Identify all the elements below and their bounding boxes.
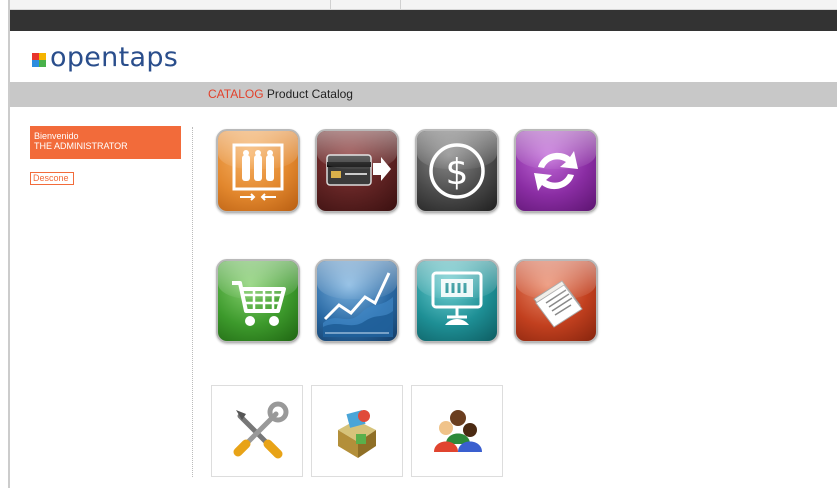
sync-arrows-icon: [534, 151, 578, 191]
sync-app-button[interactable]: [514, 129, 598, 213]
line-chart-icon: [323, 272, 393, 337]
credit-card-icon: [326, 154, 391, 186]
products-tool-button[interactable]: [311, 385, 403, 477]
documents-app-button[interactable]: [514, 259, 598, 343]
order-app-button[interactable]: [216, 259, 300, 343]
payments-app-button[interactable]: [315, 129, 399, 213]
catalog-title: CATALOG Product Catalog: [208, 87, 353, 101]
accounting-app-button[interactable]: $: [415, 129, 499, 213]
welcome-box: Bienvenido THE ADMINISTRATOR: [30, 126, 181, 159]
user-name: THE ADMINISTRATOR: [34, 141, 128, 151]
browser-tab-strip: [10, 0, 837, 10]
top-header-bar: [10, 10, 837, 31]
analytics-app-button[interactable]: [315, 259, 399, 343]
window-left-border: [8, 0, 10, 488]
logo-text: opentaps: [50, 42, 179, 73]
page-title: Product Catalog: [266, 87, 353, 101]
logout-button[interactable]: Descone: [30, 172, 74, 185]
users-group-icon: [434, 410, 482, 452]
dollar-icon: $: [429, 143, 485, 199]
app-label: CATALOG: [208, 87, 264, 101]
box-puzzle-icon: [338, 410, 376, 458]
settings-tool-button[interactable]: [211, 385, 303, 477]
sidebar-divider: [192, 127, 193, 477]
kiosk-app-button[interactable]: [415, 259, 499, 343]
catalog-title-bar: CATALOG Product Catalog: [10, 82, 837, 107]
shopping-cart-icon: [232, 281, 286, 326]
svg-text:$: $: [446, 152, 469, 193]
document-icon: [533, 280, 583, 328]
kiosk-monitor-icon: [431, 271, 483, 325]
warehouse-app-button[interactable]: [216, 129, 300, 213]
opentaps-logo[interactable]: opentaps: [32, 44, 178, 72]
logo-mark-icon: [32, 52, 46, 67]
warehouse-icon: [232, 143, 284, 201]
welcome-greeting: Bienvenido: [34, 131, 79, 141]
wrench-screwdriver-icon: [233, 401, 289, 459]
partners-tool-button[interactable]: [411, 385, 503, 477]
